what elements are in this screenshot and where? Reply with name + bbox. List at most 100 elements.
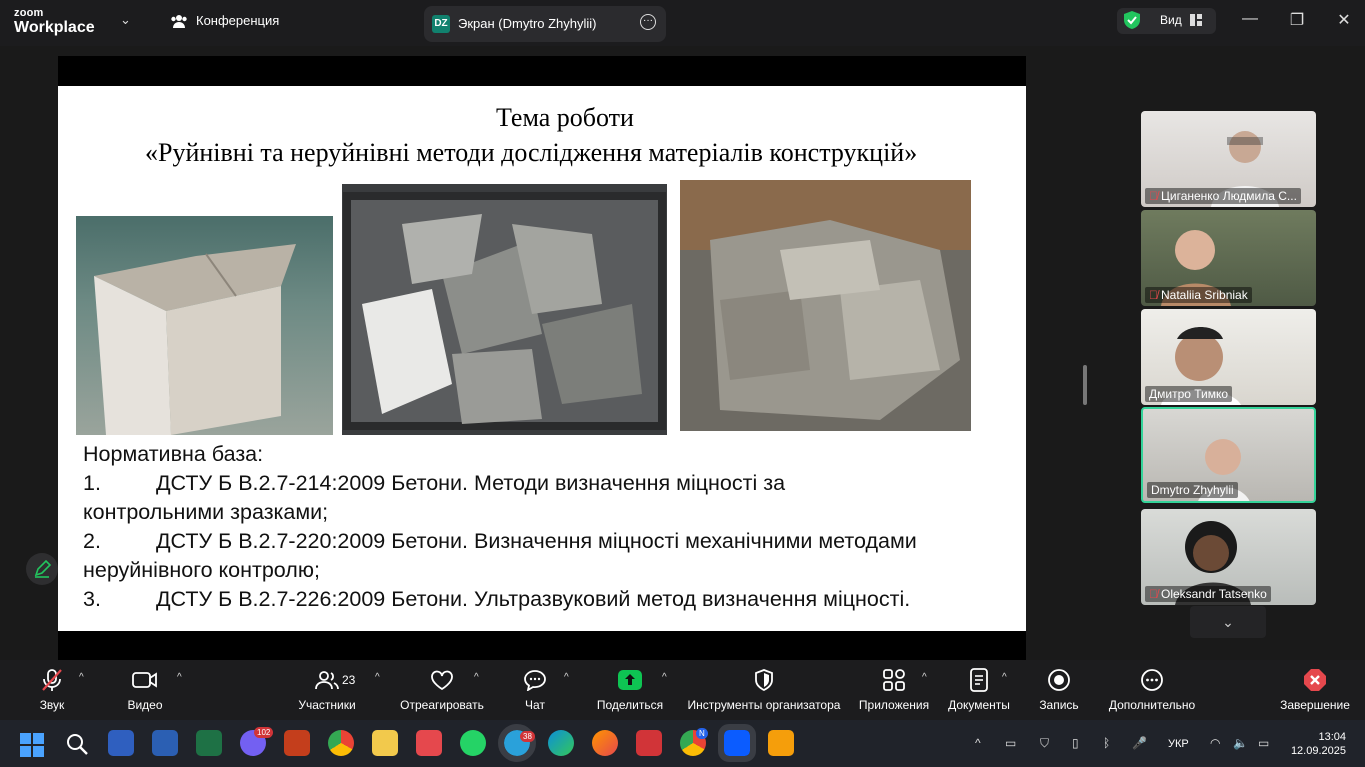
app-red-icon[interactable] bbox=[636, 730, 662, 756]
powerpoint-icon[interactable] bbox=[284, 730, 310, 756]
mic-button[interactable]: Звук bbox=[30, 666, 74, 712]
chat-button[interactable]: Чат bbox=[518, 666, 552, 712]
people-icon bbox=[171, 14, 187, 28]
apps-options-caret[interactable]: ^ bbox=[922, 672, 927, 683]
annotate-button[interactable] bbox=[26, 553, 58, 585]
record-icon bbox=[1048, 669, 1070, 691]
apps-button[interactable]: Приложения bbox=[856, 666, 932, 712]
more-options-icon[interactable]: ··· bbox=[640, 14, 656, 30]
panel-resize-handle[interactable] bbox=[1083, 365, 1087, 405]
excel-icon[interactable] bbox=[196, 730, 222, 756]
participant-name: 🎙̸ Oleksandr Tatsenko bbox=[1145, 586, 1271, 602]
bluetooth-icon[interactable]: ᛒ bbox=[1103, 736, 1110, 750]
host-tools-button[interactable]: Инструменты организатора bbox=[686, 666, 842, 712]
share-label: Поделиться bbox=[596, 698, 664, 712]
list-item-number: 2. bbox=[83, 529, 101, 553]
chat-icon bbox=[524, 670, 546, 691]
video-tile[interactable]: Дмитро Тимко bbox=[1141, 309, 1316, 405]
slide-title-line1: Тема роботи bbox=[496, 103, 634, 132]
shield-check-icon[interactable] bbox=[1124, 11, 1140, 29]
video-tile[interactable]: 🎙̸ Nataliia Sribniak bbox=[1141, 210, 1316, 306]
clock[interactable]: 13:04 12.09.2025 bbox=[1290, 730, 1346, 758]
video-button[interactable]: Видео bbox=[120, 666, 170, 712]
react-button[interactable]: Отреагировать bbox=[398, 666, 486, 712]
pencil-icon bbox=[34, 559, 52, 578]
list-item-number: 3. bbox=[83, 587, 101, 611]
list-item-text: ДСТУ Б В.2.7-220:2009 Бетони. Визначення… bbox=[156, 529, 917, 553]
mic-muted-icon bbox=[42, 669, 62, 691]
participant-name: 🎙̸ Nataliia Sribniak bbox=[1145, 287, 1252, 303]
minimize-icon[interactable]: — bbox=[1238, 10, 1262, 28]
participants-options-caret[interactable]: ^ bbox=[375, 672, 380, 683]
react-label: Отреагировать bbox=[400, 698, 484, 712]
chrome-profile-badge: N bbox=[696, 728, 708, 739]
chevron-up-icon[interactable]: ^ bbox=[975, 736, 981, 750]
participant-name: 🎙̸ Циганенко Людмила С... bbox=[1145, 188, 1301, 204]
video-camera-icon bbox=[132, 672, 157, 688]
record-button[interactable]: Запись bbox=[1036, 666, 1082, 712]
wifi-icon[interactable]: ◠ bbox=[1210, 736, 1220, 750]
shield-icon bbox=[755, 669, 773, 691]
logo-line1: zoom bbox=[14, 7, 44, 19]
video-options-caret[interactable]: ^ bbox=[177, 672, 182, 683]
search-icon[interactable] bbox=[66, 733, 88, 755]
document-icon bbox=[970, 668, 988, 692]
list-item: 1. ДСТУ Б В.2.7-214:2009 Бетони. Методи … bbox=[83, 469, 1013, 498]
shield-icon[interactable]: ⛉ bbox=[1040, 736, 1049, 751]
participants-count: 23 bbox=[342, 673, 356, 687]
save-app-icon[interactable] bbox=[108, 730, 134, 756]
mic-muted-icon: 🎙̸ bbox=[1149, 288, 1158, 302]
share-options-caret[interactable]: ^ bbox=[662, 672, 667, 683]
record-label: Запись bbox=[1039, 698, 1079, 712]
tab-conference-label: Конференция bbox=[196, 13, 280, 28]
mic-options-caret[interactable]: ^ bbox=[79, 672, 84, 683]
mic-icon[interactable]: 🎤 bbox=[1132, 736, 1147, 750]
chat-options-caret[interactable]: ^ bbox=[564, 672, 569, 683]
zoom-logo[interactable]: zoom Workplace bbox=[14, 8, 95, 36]
list-item-continuation: неруйнівного контролю; bbox=[83, 558, 320, 582]
usb-icon[interactable]: ▯ bbox=[1072, 736, 1079, 750]
list-item-continuation: контрольними зразками; bbox=[83, 500, 329, 524]
crushed-samples-tray-photo bbox=[342, 184, 667, 435]
apps-label: Приложения bbox=[858, 698, 930, 712]
scroll-down-button[interactable]: ⌄ bbox=[1190, 606, 1266, 638]
end-meeting-button[interactable]: Завершение bbox=[1278, 666, 1352, 712]
chrome-icon[interactable] bbox=[328, 730, 354, 756]
docs-label: Документы bbox=[948, 698, 1010, 712]
telegram-badge: 38 bbox=[520, 731, 535, 742]
share-button[interactable]: Поделиться bbox=[594, 666, 666, 712]
zoom-icon[interactable] bbox=[718, 724, 756, 762]
tab-screen-label: Экран (Dmytro Zhyhylii) bbox=[458, 16, 597, 31]
close-icon[interactable]: ✕ bbox=[1332, 10, 1356, 30]
viber-badge: 102 bbox=[254, 727, 274, 738]
share-screen-icon bbox=[618, 670, 642, 690]
chevron-down-icon[interactable]: ⌄ bbox=[120, 12, 131, 28]
volume-icon[interactable]: 🔈 bbox=[1233, 736, 1248, 750]
file-explorer-icon[interactable] bbox=[372, 730, 398, 756]
language-indicator[interactable]: УКР bbox=[1168, 738, 1189, 750]
react-options-caret[interactable]: ^ bbox=[474, 672, 479, 683]
video-tile[interactable]: 🎙̸ Oleksandr Tatsenko bbox=[1141, 509, 1316, 605]
tab-conference[interactable]: Конференция bbox=[170, 13, 279, 28]
clock-date: 12.09.2025 bbox=[1290, 745, 1346, 757]
pdf-app-icon[interactable] bbox=[768, 730, 794, 756]
mic-muted-icon: 🎙̸ bbox=[1149, 189, 1158, 203]
video-tile[interactable]: 🎙̸ Циганенко Людмила С... bbox=[1141, 111, 1316, 207]
restore-icon[interactable]: ❐ bbox=[1285, 10, 1309, 30]
firefox-icon[interactable] bbox=[592, 730, 618, 756]
monitor-icon[interactable]: ▭ bbox=[1005, 736, 1016, 750]
video-tile-active-speaker[interactable]: Dmytro Zhyhylii bbox=[1141, 407, 1316, 503]
concrete-cube-photo bbox=[76, 216, 333, 435]
list-item-number: 1. bbox=[83, 471, 101, 495]
host-tools-label: Инструменты организатора bbox=[687, 698, 841, 712]
whatsapp-icon[interactable] bbox=[460, 730, 486, 756]
windows-start-icon[interactable] bbox=[20, 733, 44, 757]
battery-icon[interactable]: ▭ bbox=[1258, 736, 1269, 750]
close-circle-icon bbox=[1304, 669, 1326, 691]
app-s-icon[interactable] bbox=[416, 730, 442, 756]
word-icon[interactable] bbox=[152, 730, 178, 756]
edge-icon[interactable] bbox=[548, 730, 574, 756]
chevron-down-icon: ⌄ bbox=[1222, 614, 1234, 630]
more-button[interactable]: Дополнительно bbox=[1104, 666, 1200, 712]
docs-options-caret[interactable]: ^ bbox=[1002, 672, 1007, 683]
